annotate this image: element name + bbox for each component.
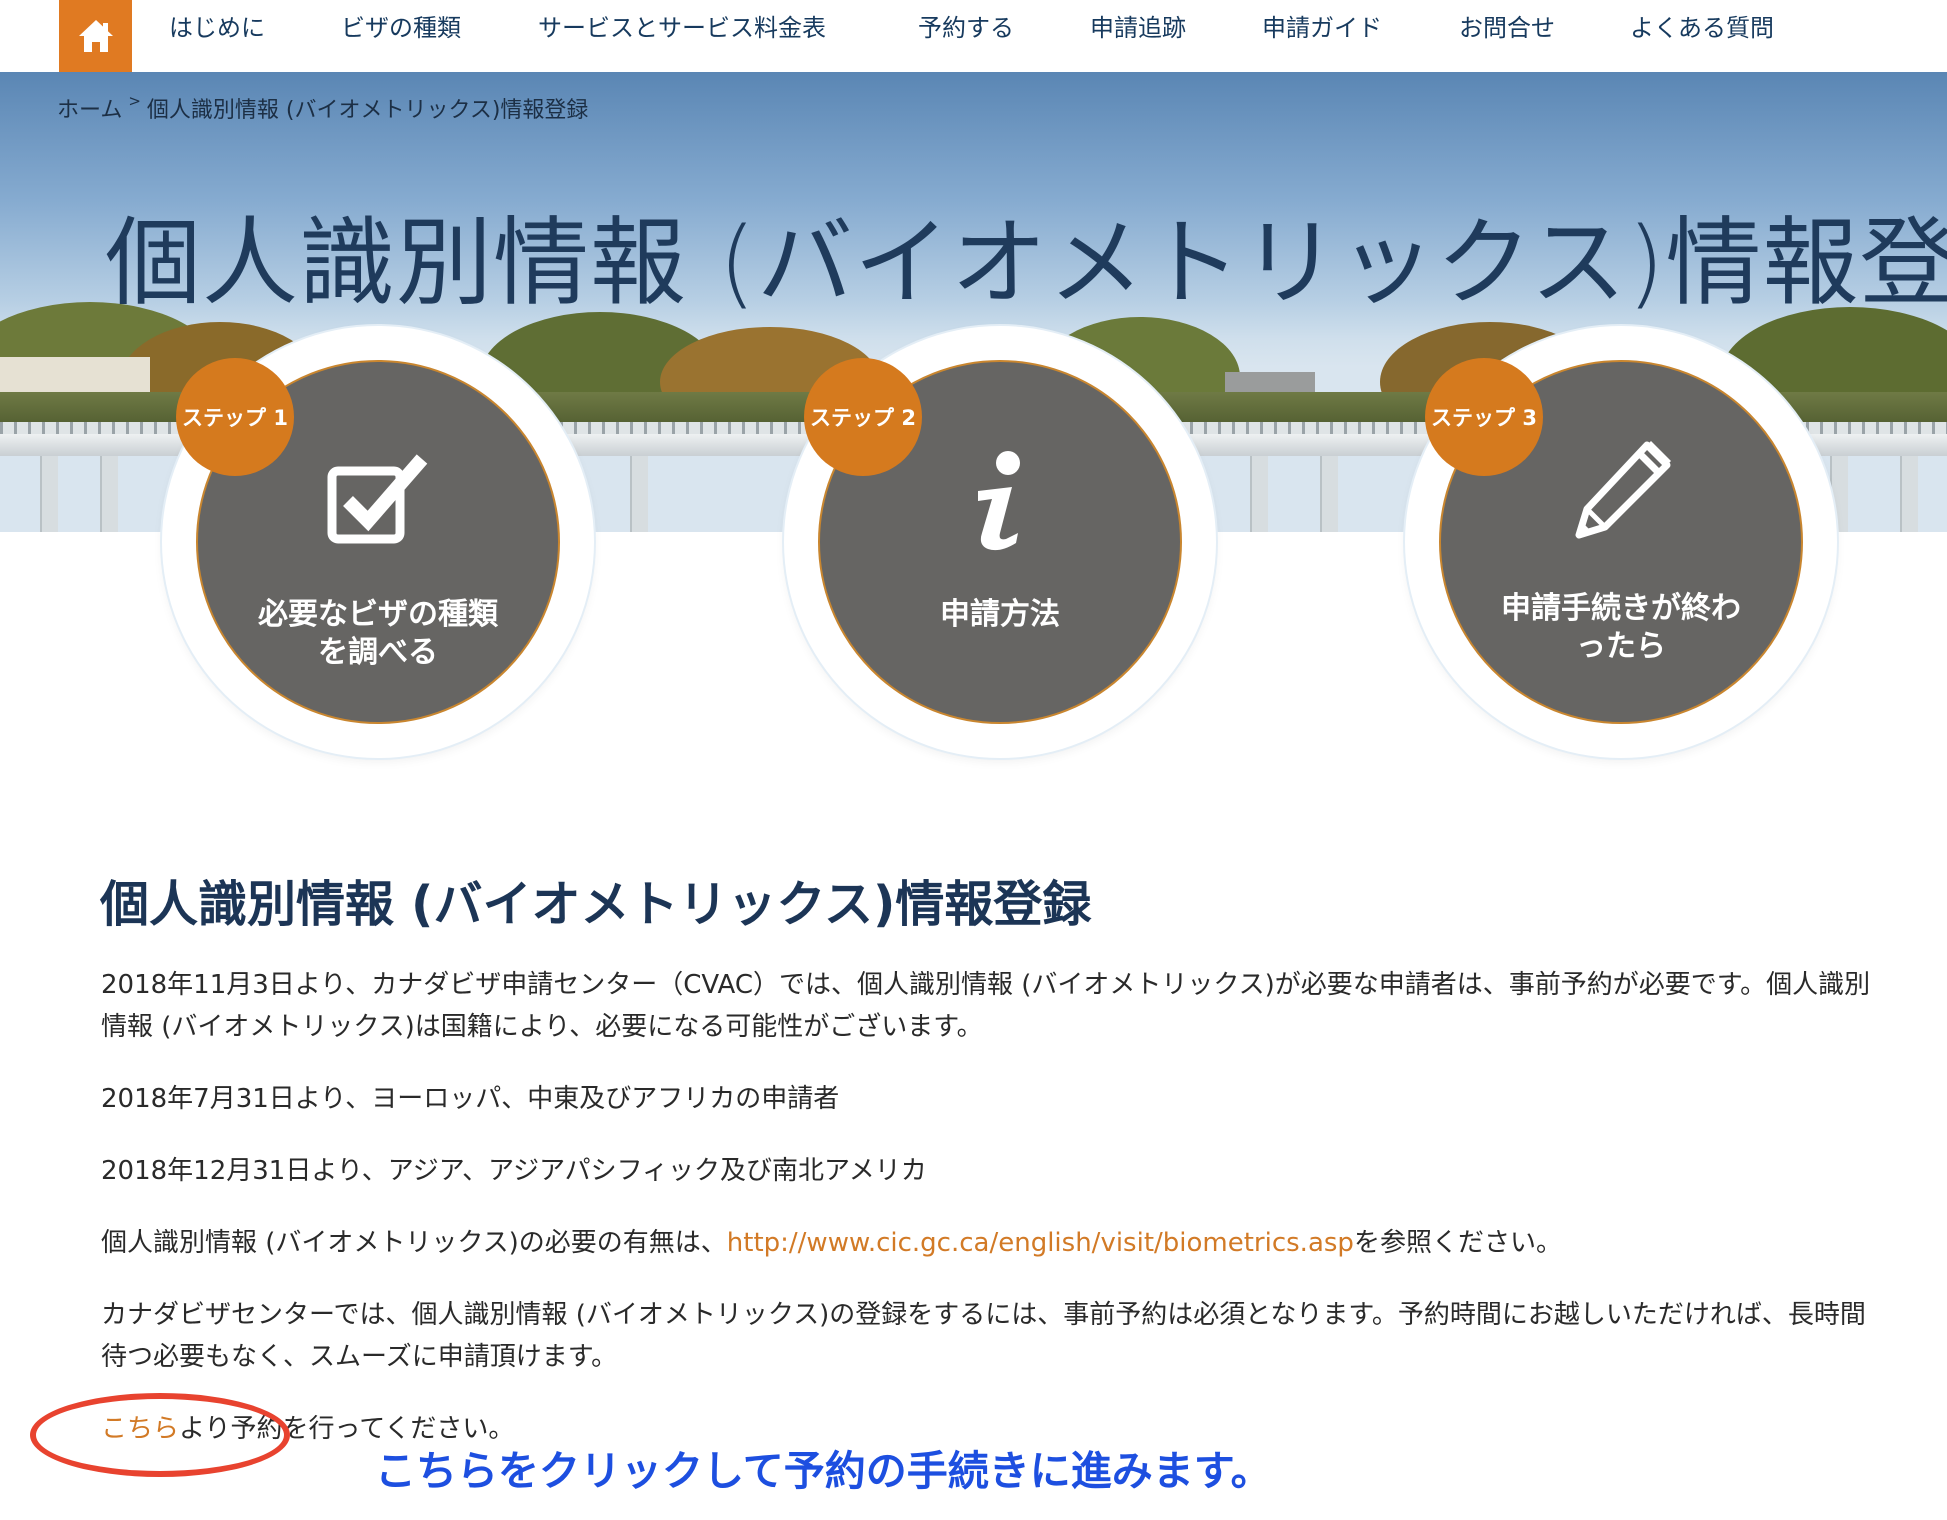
breadcrumb-current: 個人識別情報 (バイオメトリックス)情報登録 [146, 98, 589, 123]
annotation-caption: こちらをクリックして予約の手続きに進みます。 [375, 1447, 1272, 1495]
step-1-badge: ステップ 1 [176, 358, 294, 476]
pencil-icon [1566, 436, 1676, 546]
nav-item-guide[interactable]: 申請ガイド [1262, 8, 1382, 48]
paragraph-europe-date: 2018年7月31日より、ヨーロッパ、中東及びアフリカの申請者 [101, 1084, 840, 1114]
breadcrumb: ホーム > 個人識別情報 (バイオメトリックス)情報登録 [57, 92, 588, 124]
nav-item-visa-types[interactable]: ビザの種類 [341, 8, 461, 48]
hero-title: 個人識別情報 (バイオメトリックス)情報登 [105, 207, 1947, 319]
annotation-highlight-ellipse [30, 1393, 290, 1477]
biometrics-check-suffix: を参照ください。 [1353, 1228, 1562, 1258]
home-icon [78, 20, 113, 52]
info-icon [945, 446, 1055, 556]
nav-item-tracking[interactable]: 申請追跡 [1090, 8, 1186, 48]
home-button[interactable] [59, 0, 132, 72]
nav-item-introduction[interactable]: はじめに [169, 8, 265, 48]
step-3-label-line1: 申請手続きが終わ [1501, 591, 1741, 626]
step-2-label-line1: 申請方法 [940, 597, 1060, 632]
top-navigation: はじめに ビザの種類 サービスとサービス料金表 予約する 申請追跡 申請ガイド … [0, 0, 1947, 73]
nav-item-services-fees[interactable]: サービスとサービス料金表 [538, 8, 826, 48]
nav-item-contact[interactable]: お問合せ [1459, 8, 1555, 48]
nav-item-booking[interactable]: 予約する [918, 8, 1014, 48]
step-3-badge: ステップ 3 [1425, 358, 1543, 476]
page-title: 個人識別情報 (バイオメトリックス)情報登録 [100, 876, 1092, 933]
paragraph-asia-date: 2018年12月31日より、アジア、アジアパシフィック及び南北アメリカ [101, 1156, 927, 1186]
breadcrumb-separator: > [128, 92, 141, 110]
paragraph-biometrics-intro: 2018年11月3日より、カナダビザ申請センター（CVAC）では、個人識別情報 … [101, 970, 1871, 1042]
nav-item-faq[interactable]: よくある質問 [1630, 8, 1774, 48]
paragraph-biometrics-check: 個人識別情報 (バイオメトリックス)の必要の有無は、http://www.cic… [101, 1222, 1881, 1264]
step-2-badge: ステップ 2 [804, 358, 922, 476]
step-1-label-line2: を調べる [318, 635, 438, 670]
biometrics-check-prefix: 個人識別情報 (バイオメトリックス)の必要の有無は、 [101, 1228, 727, 1258]
breadcrumb-home-link[interactable]: ホーム [57, 98, 122, 123]
step-1-label-line1: 必要なビザの種類 [258, 597, 498, 632]
checkbox-icon [323, 442, 433, 552]
paragraph-appointment-required: カナダビザセンターでは、個人識別情報 (バイオメトリックス)の登録をするには、事… [101, 1300, 1866, 1372]
cic-biometrics-link[interactable]: http://www.cic.gc.ca/english/visit/biome… [727, 1228, 1354, 1258]
step-3-label-line2: ったら [1576, 629, 1666, 664]
